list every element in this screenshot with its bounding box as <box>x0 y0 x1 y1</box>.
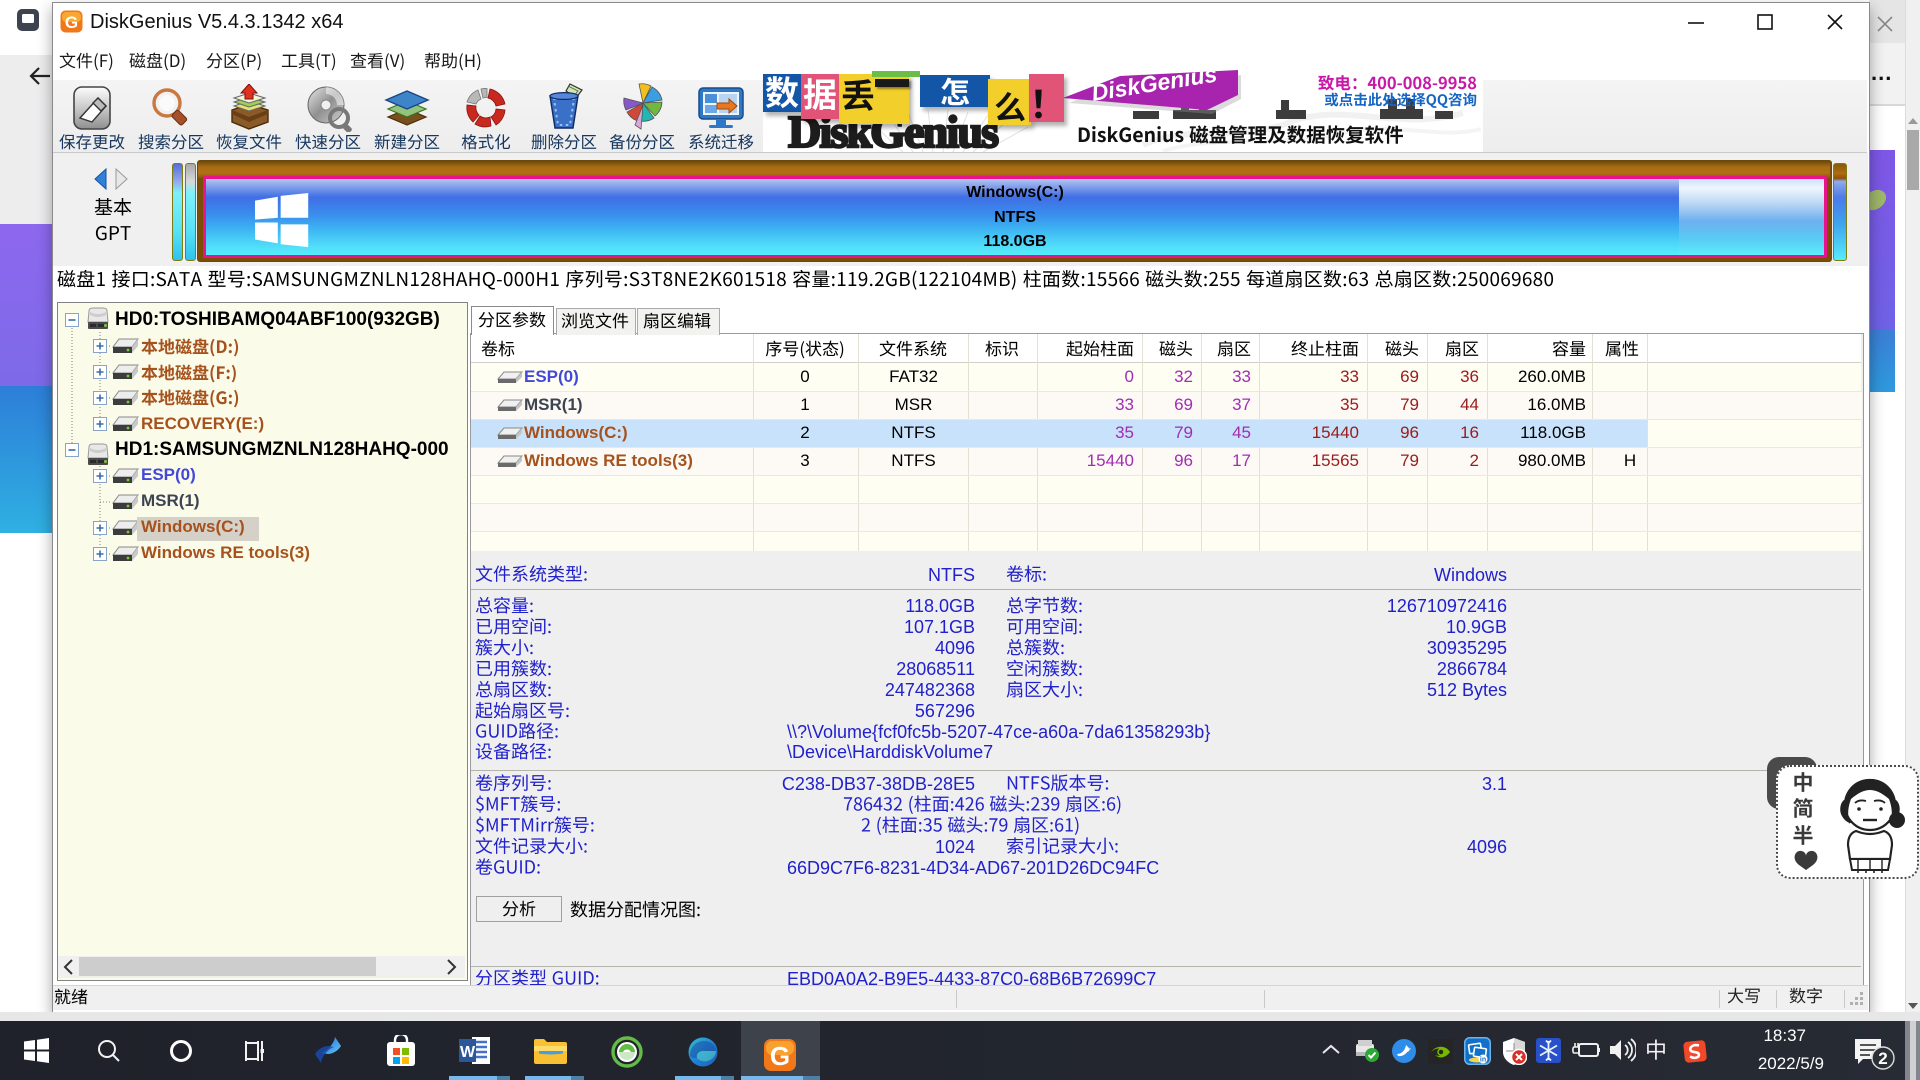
svg-text:G: G <box>770 1041 790 1071</box>
svg-text:W: W <box>460 1044 476 1061</box>
svg-text:G: G <box>65 13 78 32</box>
svg-text:2: 2 <box>1878 1049 1887 1068</box>
svg-text:in: in <box>1480 1057 1486 1064</box>
